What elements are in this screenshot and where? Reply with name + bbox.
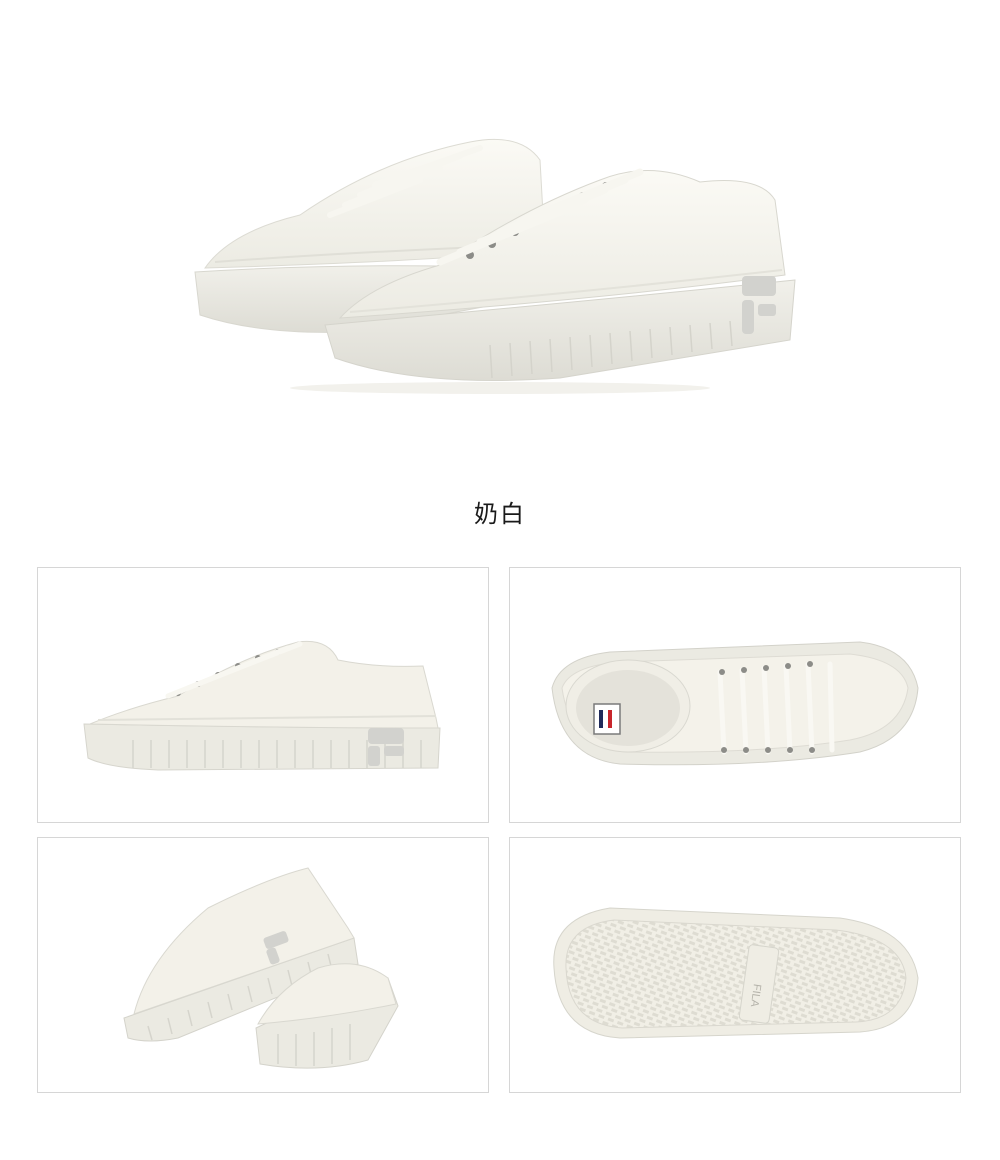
outsole-sneaker: FILA xyxy=(553,907,919,1039)
top-view-panel xyxy=(509,567,961,823)
color-name-label: 奶白 xyxy=(474,500,526,528)
side-profile-sneaker xyxy=(83,640,441,771)
top-view-sneaker xyxy=(551,641,919,766)
outsole-panel: FILA xyxy=(509,837,961,1093)
rear-view-panel xyxy=(37,837,489,1093)
hero-product-image xyxy=(0,0,1000,470)
fila-logo-icon xyxy=(593,703,621,735)
side-profile-panel xyxy=(37,567,489,823)
